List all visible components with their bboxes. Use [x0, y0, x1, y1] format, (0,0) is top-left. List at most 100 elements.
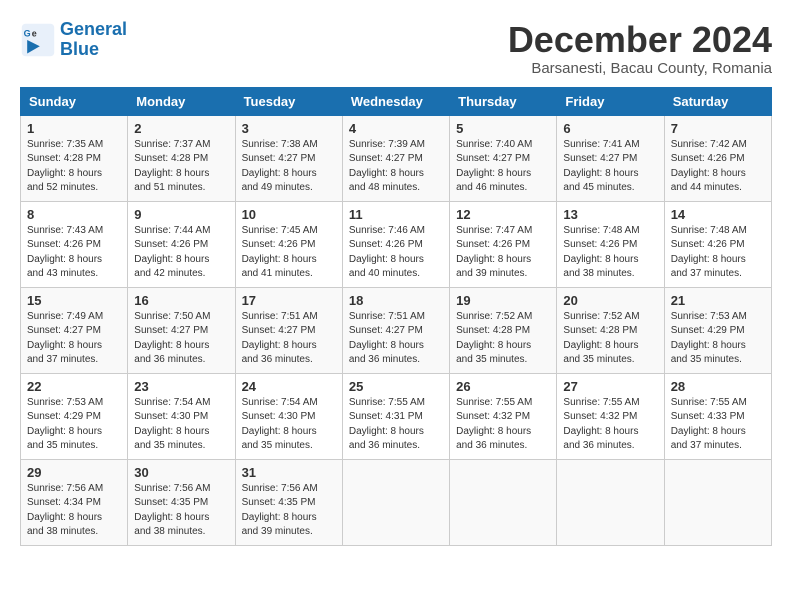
day-number: 3 [242, 121, 336, 136]
day-info: Sunrise: 7:48 AMSunset: 4:26 PMDaylight:… [671, 224, 765, 282]
calendar-table: SundayMondayTuesdayWednesdayThursdayFrid… [20, 87, 772, 546]
page-header: G e General Blue December 2024 Barsanest… [20, 20, 772, 77]
day-info: Sunrise: 7:55 AMSunset: 4:33 PMDaylight:… [671, 396, 765, 454]
day-number: 19 [456, 293, 550, 308]
day-header-thursday: Thursday [450, 87, 557, 115]
day-header-friday: Friday [557, 87, 664, 115]
week-row-5: 29 Sunrise: 7:56 AMSunset: 4:34 PMDaylig… [21, 459, 772, 545]
calendar-cell: 12 Sunrise: 7:47 AMSunset: 4:26 PMDaylig… [450, 201, 557, 287]
day-number: 13 [563, 207, 657, 222]
calendar-cell: 14 Sunrise: 7:48 AMSunset: 4:26 PMDaylig… [664, 201, 771, 287]
calendar-cell: 23 Sunrise: 7:54 AMSunset: 4:30 PMDaylig… [128, 373, 235, 459]
day-number: 14 [671, 207, 765, 222]
day-info: Sunrise: 7:49 AMSunset: 4:27 PMDaylight:… [27, 310, 121, 368]
day-number: 25 [349, 379, 443, 394]
calendar-cell: 16 Sunrise: 7:50 AMSunset: 4:27 PMDaylig… [128, 287, 235, 373]
calendar-cell: 15 Sunrise: 7:49 AMSunset: 4:27 PMDaylig… [21, 287, 128, 373]
day-info: Sunrise: 7:46 AMSunset: 4:26 PMDaylight:… [349, 224, 443, 282]
calendar-cell: 9 Sunrise: 7:44 AMSunset: 4:26 PMDayligh… [128, 201, 235, 287]
day-info: Sunrise: 7:47 AMSunset: 4:26 PMDaylight:… [456, 224, 550, 282]
day-info: Sunrise: 7:56 AMSunset: 4:35 PMDaylight:… [242, 482, 336, 540]
calendar-cell [557, 459, 664, 545]
title-area: December 2024 Barsanesti, Bacau County, … [508, 20, 772, 77]
day-number: 16 [134, 293, 228, 308]
calendar-cell [664, 459, 771, 545]
day-number: 10 [242, 207, 336, 222]
calendar-cell: 20 Sunrise: 7:52 AMSunset: 4:28 PMDaylig… [557, 287, 664, 373]
day-info: Sunrise: 7:48 AMSunset: 4:26 PMDaylight:… [563, 224, 657, 282]
day-number: 6 [563, 121, 657, 136]
day-number: 11 [349, 207, 443, 222]
day-info: Sunrise: 7:52 AMSunset: 4:28 PMDaylight:… [563, 310, 657, 368]
day-header-tuesday: Tuesday [235, 87, 342, 115]
calendar-cell: 25 Sunrise: 7:55 AMSunset: 4:31 PMDaylig… [342, 373, 449, 459]
calendar-cell: 3 Sunrise: 7:38 AMSunset: 4:27 PMDayligh… [235, 115, 342, 201]
day-number: 4 [349, 121, 443, 136]
calendar-cell: 1 Sunrise: 7:35 AMSunset: 4:28 PMDayligh… [21, 115, 128, 201]
calendar-cell: 5 Sunrise: 7:40 AMSunset: 4:27 PMDayligh… [450, 115, 557, 201]
day-number: 20 [563, 293, 657, 308]
calendar-cell: 24 Sunrise: 7:54 AMSunset: 4:30 PMDaylig… [235, 373, 342, 459]
day-header-monday: Monday [128, 87, 235, 115]
day-info: Sunrise: 7:53 AMSunset: 4:29 PMDaylight:… [671, 310, 765, 368]
day-info: Sunrise: 7:52 AMSunset: 4:28 PMDaylight:… [456, 310, 550, 368]
week-row-2: 8 Sunrise: 7:43 AMSunset: 4:26 PMDayligh… [21, 201, 772, 287]
day-number: 22 [27, 379, 121, 394]
day-info: Sunrise: 7:56 AMSunset: 4:34 PMDaylight:… [27, 482, 121, 540]
calendar-cell: 13 Sunrise: 7:48 AMSunset: 4:26 PMDaylig… [557, 201, 664, 287]
calendar-cell: 19 Sunrise: 7:52 AMSunset: 4:28 PMDaylig… [450, 287, 557, 373]
day-number: 29 [27, 465, 121, 480]
calendar-cell: 22 Sunrise: 7:53 AMSunset: 4:29 PMDaylig… [21, 373, 128, 459]
day-number: 12 [456, 207, 550, 222]
calendar-cell: 28 Sunrise: 7:55 AMSunset: 4:33 PMDaylig… [664, 373, 771, 459]
day-number: 9 [134, 207, 228, 222]
day-info: Sunrise: 7:35 AMSunset: 4:28 PMDaylight:… [27, 138, 121, 196]
day-info: Sunrise: 7:44 AMSunset: 4:26 PMDaylight:… [134, 224, 228, 282]
logo-blue: Blue [60, 39, 99, 59]
day-info: Sunrise: 7:55 AMSunset: 4:32 PMDaylight:… [456, 396, 550, 454]
day-info: Sunrise: 7:54 AMSunset: 4:30 PMDaylight:… [242, 396, 336, 454]
calendar-cell: 31 Sunrise: 7:56 AMSunset: 4:35 PMDaylig… [235, 459, 342, 545]
calendar-cell: 27 Sunrise: 7:55 AMSunset: 4:32 PMDaylig… [557, 373, 664, 459]
day-number: 18 [349, 293, 443, 308]
day-number: 15 [27, 293, 121, 308]
day-info: Sunrise: 7:50 AMSunset: 4:27 PMDaylight:… [134, 310, 228, 368]
calendar-cell: 11 Sunrise: 7:46 AMSunset: 4:26 PMDaylig… [342, 201, 449, 287]
day-number: 21 [671, 293, 765, 308]
calendar-header-row: SundayMondayTuesdayWednesdayThursdayFrid… [21, 87, 772, 115]
logo-area: G e General Blue [20, 20, 127, 60]
calendar-cell: 2 Sunrise: 7:37 AMSunset: 4:28 PMDayligh… [128, 115, 235, 201]
day-info: Sunrise: 7:56 AMSunset: 4:35 PMDaylight:… [134, 482, 228, 540]
day-number: 7 [671, 121, 765, 136]
day-number: 28 [671, 379, 765, 394]
day-info: Sunrise: 7:40 AMSunset: 4:27 PMDaylight:… [456, 138, 550, 196]
calendar-cell: 4 Sunrise: 7:39 AMSunset: 4:27 PMDayligh… [342, 115, 449, 201]
day-info: Sunrise: 7:54 AMSunset: 4:30 PMDaylight:… [134, 396, 228, 454]
day-number: 8 [27, 207, 121, 222]
day-number: 30 [134, 465, 228, 480]
day-info: Sunrise: 7:51 AMSunset: 4:27 PMDaylight:… [242, 310, 336, 368]
calendar-cell: 26 Sunrise: 7:55 AMSunset: 4:32 PMDaylig… [450, 373, 557, 459]
month-title: December 2024 [508, 20, 772, 60]
day-number: 24 [242, 379, 336, 394]
logo-general: General [60, 19, 127, 39]
calendar-cell [450, 459, 557, 545]
day-info: Sunrise: 7:41 AMSunset: 4:27 PMDaylight:… [563, 138, 657, 196]
logo-icon: G e [20, 22, 56, 58]
svg-text:G: G [24, 28, 31, 38]
day-info: Sunrise: 7:43 AMSunset: 4:26 PMDaylight:… [27, 224, 121, 282]
calendar-cell: 21 Sunrise: 7:53 AMSunset: 4:29 PMDaylig… [664, 287, 771, 373]
calendar-cell: 29 Sunrise: 7:56 AMSunset: 4:34 PMDaylig… [21, 459, 128, 545]
location-subtitle: Barsanesti, Bacau County, Romania [508, 60, 772, 77]
day-number: 17 [242, 293, 336, 308]
calendar-cell: 7 Sunrise: 7:42 AMSunset: 4:26 PMDayligh… [664, 115, 771, 201]
day-number: 31 [242, 465, 336, 480]
day-number: 27 [563, 379, 657, 394]
week-row-3: 15 Sunrise: 7:49 AMSunset: 4:27 PMDaylig… [21, 287, 772, 373]
day-number: 5 [456, 121, 550, 136]
logo-text: General Blue [60, 20, 127, 60]
day-info: Sunrise: 7:55 AMSunset: 4:32 PMDaylight:… [563, 396, 657, 454]
day-info: Sunrise: 7:51 AMSunset: 4:27 PMDaylight:… [349, 310, 443, 368]
day-info: Sunrise: 7:37 AMSunset: 4:28 PMDaylight:… [134, 138, 228, 196]
calendar-cell: 17 Sunrise: 7:51 AMSunset: 4:27 PMDaylig… [235, 287, 342, 373]
